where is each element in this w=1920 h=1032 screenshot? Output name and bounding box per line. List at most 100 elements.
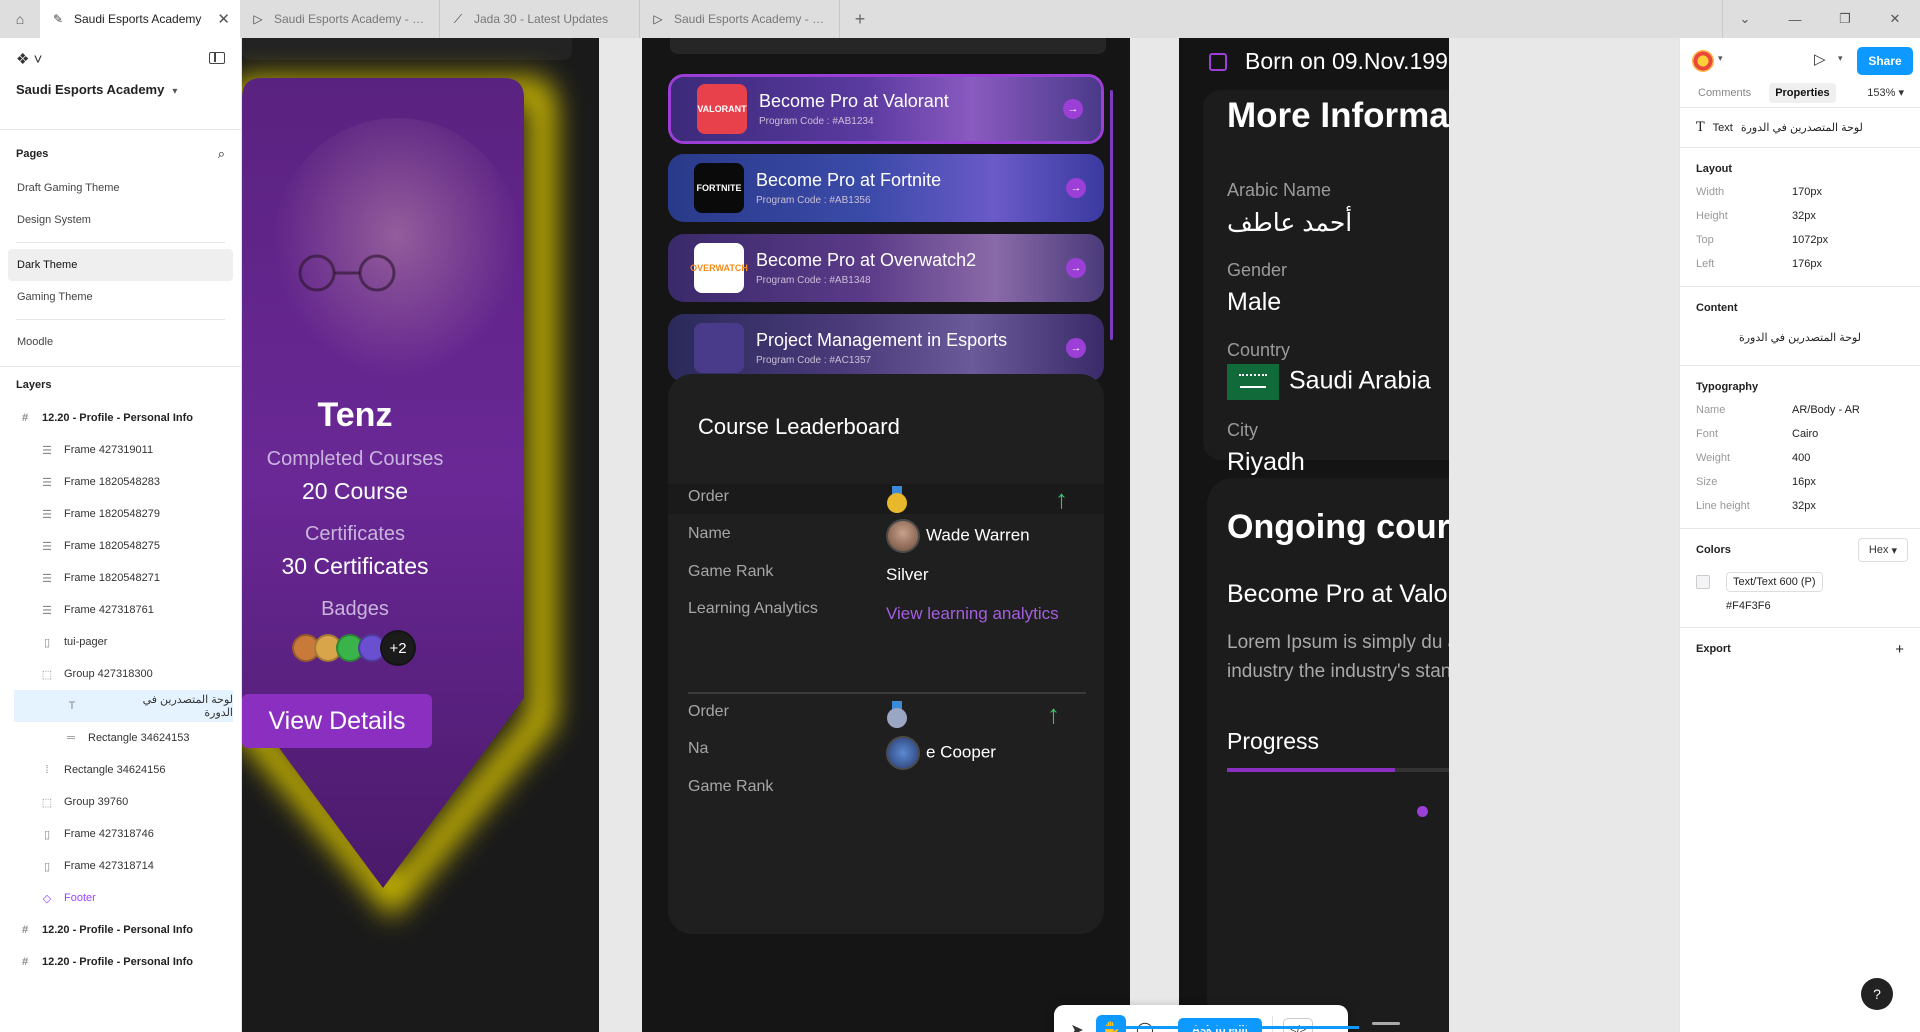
property-value[interactable]: 32px <box>1792 210 1816 222</box>
close-window-icon[interactable]: ✕ <box>1870 0 1920 38</box>
page-design-system[interactable]: Design System <box>0 204 241 236</box>
page-gaming-theme[interactable]: Gaming Theme <box>0 281 241 313</box>
property-value[interactable]: 1072px <box>1792 234 1828 246</box>
page-moodle[interactable]: Moodle <box>0 326 241 358</box>
chevron-down-icon[interactable]: ▾ <box>1718 53 1723 64</box>
property-value[interactable]: 32px <box>1792 500 1816 512</box>
program-card[interactable]: FORTNITE Become Pro at Fortnite Program Co… <box>668 154 1104 222</box>
badges-more[interactable]: +2 <box>380 630 416 666</box>
scrollbar[interactable] <box>1110 90 1113 340</box>
file-name[interactable]: Saudi Esports Academy ▾ <box>16 82 225 97</box>
layer-item[interactable]: ⬚ Group 39760 <box>0 786 241 818</box>
arabic-name-value: أحمد عاطف <box>1227 209 1353 237</box>
page-draft-gaming-theme[interactable]: Draft Gaming Theme <box>0 172 241 204</box>
figma-menu-icon[interactable]: ❖ ˅ <box>16 50 225 68</box>
minimize-icon[interactable]: — <box>1770 0 1820 38</box>
layout-section: Layout Width 170px Height 32px Top 1072px Left… <box>1680 148 1920 287</box>
content-value[interactable]: لوحة المتصدرين في الدورة <box>1696 319 1904 355</box>
program-card[interactable]: Project Management in Esports Program Cod… <box>668 314 1104 382</box>
pager-dot[interactable] <box>1417 806 1428 817</box>
autolayout-horizontal-icon: ▯ <box>43 636 51 649</box>
badges-label: Badges <box>321 598 389 620</box>
layer-item[interactable]: ☰ Frame 1820548271 <box>0 562 241 594</box>
design-canvas[interactable]: Tenz Completed Courses 20 Course Certifi… <box>242 38 1679 1032</box>
share-button[interactable]: Share <box>1857 47 1913 75</box>
arrow-right-icon[interactable]: → <box>1066 258 1086 278</box>
tab-jada-30[interactable]: ⟋ Jada 30 - Latest Updates <box>440 0 640 38</box>
game-logo-icon: VALORANT <box>697 84 747 134</box>
view-learning-analytics-link[interactable]: View learning analytics <box>886 604 1059 624</box>
property-value[interactable]: 176px <box>1792 258 1822 270</box>
layer-item[interactable]: ☰ Frame 1820548283 <box>0 466 241 498</box>
layer-item[interactable]: ☰ Frame 1820548275 <box>0 530 241 562</box>
layer-item[interactable]: ⁞ Rectangle 34624156 <box>0 754 241 786</box>
layer-item[interactable]: T لوحة المتصدرين في الدورة <box>14 690 233 722</box>
property-value[interactable]: Cairo <box>1792 428 1818 440</box>
layer-item[interactable]: ═ Rectangle 34624153 <box>0 722 241 754</box>
selected-layer: T Text لوحة المتصدرين في الدورة <box>1680 108 1920 148</box>
dev-mode-toggle[interactable]: </> <box>1283 1018 1314 1032</box>
program-title: Project Management in Esports <box>756 330 1008 350</box>
new-tab-icon[interactable]: + <box>840 0 880 38</box>
program-card[interactable]: OVERWATCH Become Pro at Overwatch2 Program… <box>668 234 1104 302</box>
search-icon[interactable]: ⌕ <box>218 146 225 162</box>
chevron-down-icon[interactable]: ⌄ <box>1720 0 1770 38</box>
color-mode-select[interactable]: Hex ▾ <box>1858 538 1908 562</box>
arrow-right-icon[interactable]: → <box>1066 338 1086 358</box>
layer-item[interactable]: ☰ Frame 427318761 <box>0 594 241 626</box>
close-icon[interactable]: ✕ <box>217 10 230 28</box>
home-icon[interactable]: ⌂ <box>0 0 40 38</box>
help-button[interactable]: ? <box>1861 978 1893 1010</box>
layer-item[interactable]: ◇ Footer <box>0 882 241 914</box>
property-row: Size 16px <box>1696 470 1904 494</box>
country-label: Country <box>1227 340 1291 360</box>
layer-item[interactable]: ☰ Frame 1820548279 <box>0 498 241 530</box>
restore-icon[interactable]: ❐ <box>1820 0 1870 38</box>
layer-item[interactable]: ▯ Frame 427318746 <box>0 818 241 850</box>
ask-to-edit-button[interactable]: Ask to edit <box>1178 1018 1263 1032</box>
layer-item[interactable]: ▯ Frame 427318714 <box>0 850 241 882</box>
zoom-level[interactable]: 153% ▾ <box>1867 86 1904 99</box>
move-tool-icon[interactable]: ➤ <box>1062 1015 1092 1032</box>
tab-comments[interactable]: Comments <box>1692 83 1757 103</box>
tab-moodle[interactable]: ▷ Saudi Esports Academy - Moodle <box>640 0 840 38</box>
chevron-down-icon[interactable]: ▾ <box>1838 53 1843 64</box>
color-token[interactable]: Text/Text 600 (P) <box>1726 572 1823 592</box>
present-play-icon[interactable]: ▷ <box>1814 50 1826 68</box>
hand-tool-icon[interactable]: ✋ <box>1096 1015 1126 1032</box>
layer-item[interactable]: #12.20 - Profile - Personal Info <box>0 946 241 978</box>
property-value[interactable]: AR/Body - AR <box>1792 404 1860 416</box>
tab-dark-theme[interactable]: ▷ Saudi Esports Academy - Dark Theme <box>240 0 440 38</box>
property-value[interactable]: 400 <box>1792 452 1810 464</box>
player-name-value: Wade Warren <box>886 519 1030 553</box>
tab-saudi-esports-academy[interactable]: ✎ Saudi Esports Academy ✕ <box>40 0 240 38</box>
comment-tool-icon[interactable]: ◯ <box>1130 1015 1160 1032</box>
country-value: Saudi Arabia <box>1227 364 1431 400</box>
layer-item[interactable]: #12.20 - Profile - Personal Info <box>0 402 241 434</box>
property-value[interactable]: 170px <box>1792 186 1822 198</box>
color-swatch[interactable] <box>1696 575 1710 589</box>
layer-item[interactable]: #12.20 - Profile - Personal Info <box>0 914 241 946</box>
horizontal-scrollbar[interactable] <box>1099 1026 1359 1029</box>
autolayout-horizontal-icon: ▯ <box>43 860 51 873</box>
frame-top-strip <box>242 38 572 60</box>
avatar[interactable] <box>1692 50 1714 72</box>
page-dark-theme[interactable]: Dark Theme <box>8 249 233 281</box>
view-details-button[interactable]: View Details <box>242 694 432 748</box>
add-export-icon[interactable]: + <box>1895 641 1904 658</box>
layer-item[interactable]: ☰ Frame 427319011 <box>0 434 241 466</box>
property-value[interactable]: 16px <box>1792 476 1816 488</box>
tab-properties[interactable]: Properties <box>1769 82 1836 103</box>
player-name: Tenz <box>317 396 393 434</box>
resize-handle[interactable] <box>1372 1022 1400 1025</box>
property-key: Line height <box>1696 500 1750 512</box>
arrow-right-icon[interactable]: → <box>1063 99 1083 119</box>
color-hex[interactable]: #F4F3F6 <box>1726 595 1904 617</box>
text-icon: T <box>68 700 76 712</box>
sidebar-toggle-icon[interactable] <box>209 52 225 64</box>
layer-item[interactable]: ⬚ Group 427318300 <box>0 658 241 690</box>
arrow-right-icon[interactable]: → <box>1066 178 1086 198</box>
layer-item[interactable]: ▯ tui-pager <box>0 626 241 658</box>
program-card[interactable]: VALORANT Become Pro at Valorant Program Co… <box>668 74 1104 144</box>
more-information-card: More Informati Arabic Name أحمد عاطف Gen… <box>1203 90 1449 476</box>
